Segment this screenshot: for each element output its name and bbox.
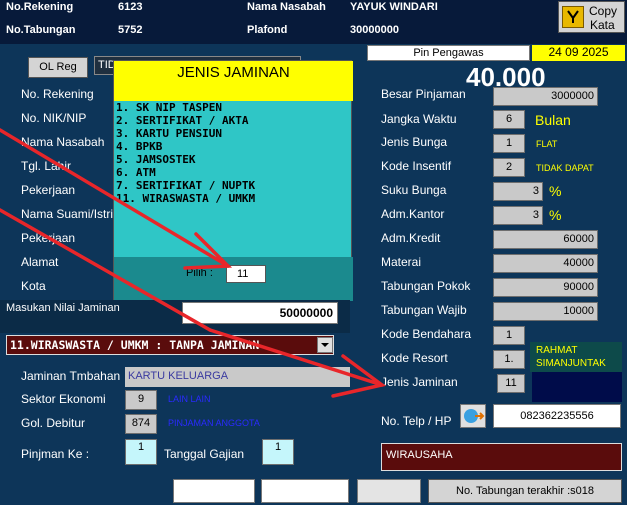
annotation-arrow-2 bbox=[208, 328, 384, 387]
annotation-arrow-1 bbox=[0, 128, 230, 268]
annotation-arrows bbox=[0, 128, 387, 398]
annotation-arrow-2-tail bbox=[0, 208, 212, 332]
